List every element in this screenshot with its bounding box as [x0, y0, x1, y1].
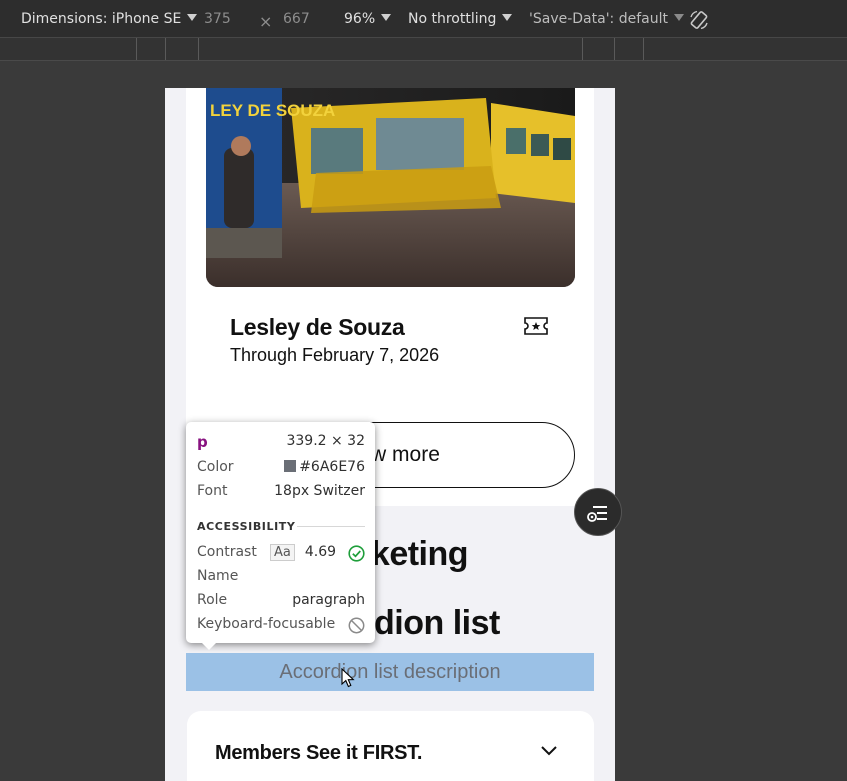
- rotate-icon[interactable]: [688, 9, 710, 31]
- color-label: Color: [197, 459, 234, 475]
- save-data-dropdown[interactable]: 'Save-Data': default: [529, 11, 684, 27]
- divider: [297, 526, 365, 527]
- element-size: 339.2 × 32: [286, 433, 365, 449]
- ticket-icon[interactable]: [524, 317, 548, 335]
- dimensions-dropdown[interactable]: Dimensions: iPhone SE: [21, 11, 198, 27]
- chevron-down-icon: [673, 14, 684, 21]
- throttling-dropdown[interactable]: No throttling: [408, 11, 513, 27]
- chevron-down-icon: [187, 14, 198, 21]
- role-label: Role: [197, 592, 228, 608]
- times-sign: ×: [259, 12, 273, 31]
- color-value: #6A6E76: [299, 459, 365, 475]
- height-input[interactable]: 667: [283, 11, 310, 27]
- exhibit-hero-image: LEY DE SOUZA: [206, 88, 575, 287]
- inspect-tooltip: p 339.2 × 32 Color #6A6E76 Font 18px Swi…: [186, 422, 375, 650]
- check-circle-icon: [348, 545, 365, 562]
- element-tag: p: [197, 433, 208, 451]
- chevron-down-icon[interactable]: [541, 746, 557, 756]
- color-swatch: [284, 460, 297, 472]
- accordion-item-label: Members See it FIRST.: [215, 742, 423, 764]
- accordion-item[interactable]: Members See it FIRST.: [187, 711, 594, 781]
- list-filter-icon: [587, 506, 607, 522]
- role-value: paragraph: [292, 592, 365, 608]
- width-input[interactable]: 375: [204, 11, 231, 27]
- not-allowed-icon: [348, 617, 365, 634]
- font-label: Font: [197, 483, 228, 499]
- font-value: 18px Switzer: [274, 483, 365, 499]
- media-query-ruler: [0, 38, 847, 61]
- exhibition-title: Lesley de Souza: [230, 314, 405, 340]
- floating-menu-button[interactable]: [574, 488, 622, 536]
- contrast-value: 4.69: [304, 544, 337, 560]
- zoom-dropdown[interactable]: 96%: [344, 11, 392, 27]
- tooltip-arrow: [202, 643, 216, 650]
- chevron-down-icon: [502, 14, 513, 21]
- exhibition-date: Through February 7, 2026: [230, 345, 440, 365]
- accordion-description: Accordion list description: [186, 653, 594, 691]
- contrast-sample: Aa: [270, 544, 295, 561]
- contrast-label: Contrast: [197, 544, 257, 560]
- name-label: Name: [197, 568, 239, 584]
- chevron-down-icon: [381, 14, 392, 21]
- hero-sign-text: LEY DE SOUZA: [210, 101, 335, 120]
- accessibility-section-title: ACCESSIBILITY: [197, 520, 296, 533]
- device-toolbar: Dimensions: iPhone SE 375 × 667 96% No t…: [0, 0, 847, 38]
- keyboard-focusable-label: Keyboard-focusable: [197, 616, 336, 632]
- mouse-cursor-icon: [341, 668, 355, 688]
